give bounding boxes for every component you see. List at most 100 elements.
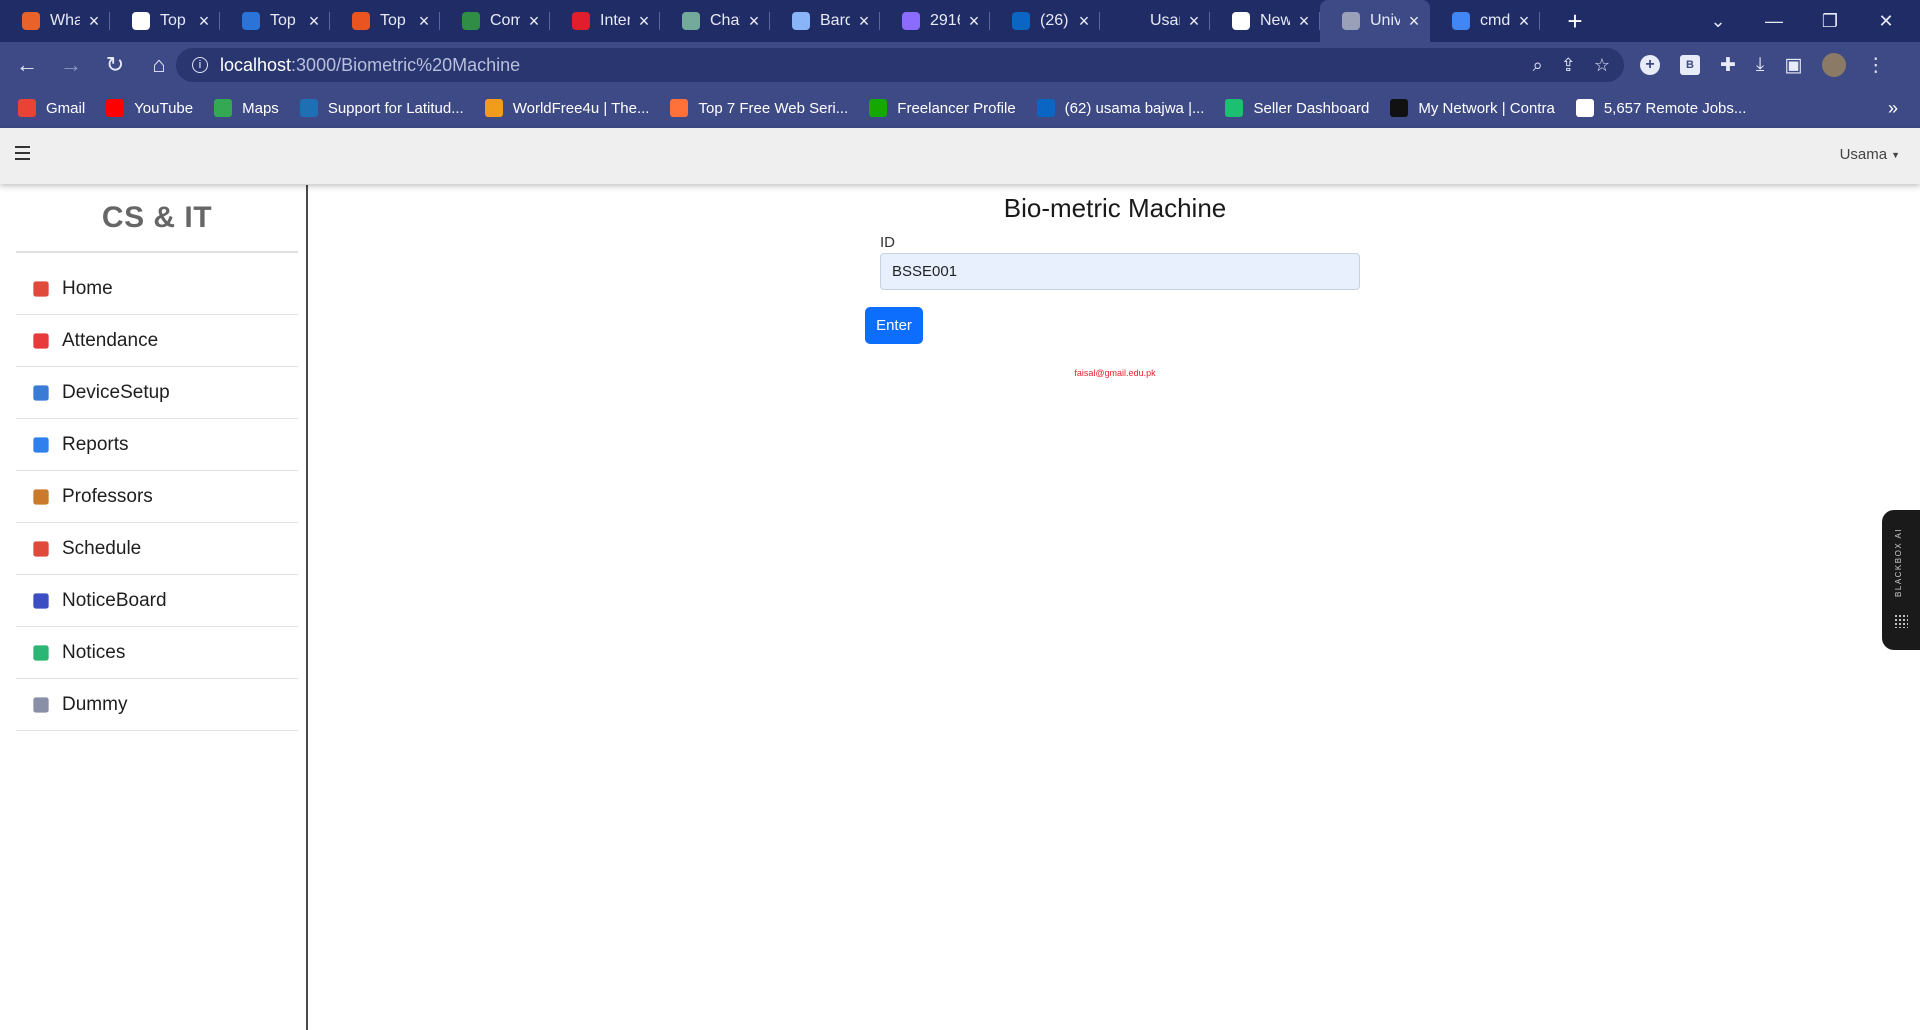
home-browser-icon[interactable]: ⌂: [142, 48, 176, 82]
puzzle-icon[interactable]: ✚: [1720, 54, 1736, 77]
blackbox-ai-widget[interactable]: BLACKBOX AI: [1882, 510, 1920, 650]
bookmark-label: WorldFree4u | The...: [512, 99, 650, 117]
bookmark-item[interactable]: Gmail: [18, 99, 85, 117]
download-icon[interactable]: ⤓: [1756, 54, 1764, 76]
star-icon[interactable]: ☆: [1594, 55, 1610, 76]
browser-tab[interactable]: Usan ×: [1100, 0, 1210, 42]
tab-close-icon[interactable]: ×: [416, 11, 432, 32]
info-icon: [33, 436, 49, 453]
share-icon[interactable]: ⇪: [1561, 55, 1576, 76]
extension-b-icon[interactable]: B: [1680, 55, 1700, 75]
gmail-icon: [18, 99, 36, 117]
more-bookmarks-icon[interactable]: »: [1888, 88, 1898, 128]
browser-tab[interactable]: cmd ×: [1430, 0, 1540, 42]
tab-close-icon[interactable]: ×: [306, 11, 322, 32]
ubuntu-icon: [352, 12, 370, 30]
tab-title: What: [50, 12, 80, 29]
page-title: Bio-metric Machine: [1003, 193, 1227, 223]
bookmarks-bar: Gmail YouTube Maps Support for Latitud... Wo…: [0, 88, 1920, 128]
tab-close-icon[interactable]: ×: [1296, 11, 1312, 32]
zoom-icon[interactable]: ⌕: [1533, 55, 1543, 76]
sidebar: CS & IT Home Attendance DeviceSetup Reports…: [8, 185, 308, 1030]
bookmark-item[interactable]: Top 7 Free Web Seri...: [670, 99, 848, 117]
bookmark-item[interactable]: Maps: [214, 99, 279, 117]
sidebar-item-attendance[interactable]: Attendance: [16, 315, 298, 367]
browser-tab[interactable]: Top l ×: [110, 0, 220, 42]
bookmark-label: Top 7 Free Web Seri...: [698, 99, 849, 117]
bookmark-label: (62) usama bajwa |...: [1064, 99, 1205, 117]
extensions-area: + B ✚ ⤓ ▣ ⋮: [1640, 42, 1885, 88]
browser-tab[interactable]: New ×: [1210, 0, 1320, 42]
profile-avatar[interactable]: [1822, 53, 1847, 77]
tab-close-icon[interactable]: ×: [1186, 11, 1202, 32]
user-dropdown[interactable]: Usama ▼: [1840, 146, 1900, 163]
close-window-icon[interactable]: ✕: [1858, 11, 1914, 32]
browser-tab[interactable]: Bard ×: [770, 0, 880, 42]
browser-tab[interactable]: What ×: [0, 0, 110, 42]
forward-icon[interactable]: →: [54, 48, 88, 82]
chrome-icon: [1232, 12, 1250, 30]
tab-close-icon[interactable]: ×: [746, 11, 762, 32]
tab-close-icon[interactable]: ×: [1076, 11, 1092, 32]
restore-icon[interactable]: ❐: [1802, 11, 1858, 32]
browser-tab[interactable]: Top 5 ×: [220, 0, 330, 42]
sidebar-item-reports[interactable]: Reports: [16, 419, 298, 471]
bookmark-item[interactable]: YouTube: [106, 99, 193, 117]
sidebar-item-devicesetup[interactable]: DeviceSetup: [16, 367, 298, 419]
new-tab-button[interactable]: +: [1560, 6, 1590, 37]
device-icon: [33, 384, 49, 401]
tab-close-icon[interactable]: ×: [636, 11, 652, 32]
tab-close-icon[interactable]: ×: [1406, 11, 1422, 32]
bookmark-item[interactable]: My Network | Contra: [1390, 99, 1555, 117]
back-icon[interactable]: ←: [10, 48, 44, 82]
side-panel-icon[interactable]: ▣: [1784, 54, 1802, 77]
tab-close-icon[interactable]: ×: [86, 11, 102, 32]
sidebar-item-schedule[interactable]: Schedule: [16, 523, 298, 575]
sidebar-item-noticeboard[interactable]: NoticeBoard: [16, 575, 298, 627]
tab-close-icon[interactable]: ×: [1516, 11, 1532, 32]
bookmark-label: Support for Latitud...: [327, 99, 464, 117]
browser-tab[interactable]: Top 1 ×: [330, 0, 440, 42]
app-top-navbar: Usama ▼: [0, 128, 1920, 184]
enter-button[interactable]: Enter: [865, 307, 923, 344]
menu-icon[interactable]: ⋮: [1866, 54, 1885, 77]
bookmark-item[interactable]: (62) usama bajwa |...: [1036, 99, 1205, 117]
sidebar-item-label: Notices: [62, 641, 126, 663]
site-info-icon[interactable]: i: [192, 57, 208, 73]
bookmark-item[interactable]: Freelancer Profile: [869, 99, 1016, 117]
browser-tab[interactable]: Chat ×: [660, 0, 770, 42]
sidebar-nav: Home Attendance DeviceSetup Reports Professo…: [16, 263, 298, 731]
browser-tab[interactable]: (26) I ×: [990, 0, 1100, 42]
browser-tab[interactable]: 2916 ×: [880, 0, 990, 42]
browser-tab[interactable]: Com ×: [440, 0, 550, 42]
sidebar-item-home[interactable]: Home: [16, 263, 298, 315]
address-bar[interactable]: i localhost:3000/Biometric%20Machine ⌕ ⇪…: [176, 48, 1624, 82]
tab-close-icon[interactable]: ×: [856, 11, 872, 32]
caret-down-icon: ▼: [1891, 150, 1900, 161]
bookmark-label: 5,657 Remote Jobs...: [1603, 99, 1747, 117]
tab-close-icon[interactable]: ×: [526, 11, 542, 32]
id-input[interactable]: [880, 253, 1360, 290]
globe-icon: [132, 12, 150, 30]
gfg-icon: [462, 12, 480, 30]
tab-close-icon[interactable]: ×: [966, 11, 982, 32]
address-toolbar: ← → ↻ ⌂ i localhost:3000/Biometric%20Mac…: [0, 42, 1920, 88]
browser-tab[interactable]: Univ ×: [1320, 0, 1430, 42]
tab-close-icon[interactable]: ×: [196, 11, 212, 32]
hamburger-menu-icon[interactable]: [15, 146, 30, 160]
browser-tab[interactable]: Inter ×: [550, 0, 660, 42]
minimize-icon[interactable]: —: [1746, 11, 1802, 32]
bookmark-item[interactable]: Seller Dashboard: [1225, 99, 1369, 117]
sidebar-item-professors[interactable]: Professors: [16, 471, 298, 523]
bookmark-item[interactable]: 5,657 Remote Jobs...: [1575, 99, 1747, 117]
contra-icon: [1390, 99, 1409, 117]
tab-title: Bard: [820, 12, 850, 29]
extension-plus-icon[interactable]: +: [1640, 55, 1660, 75]
sidebar-item-notices[interactable]: Notices: [16, 627, 298, 679]
reload-icon[interactable]: ↻: [98, 48, 132, 82]
github-icon: [1122, 12, 1140, 30]
bookmark-item[interactable]: WorldFree4u | The...: [484, 99, 650, 117]
bookmark-item[interactable]: Support for Latitud...: [299, 99, 464, 117]
sidebar-item-dummy[interactable]: Dummy: [16, 679, 298, 731]
tab-search-icon[interactable]: ⌄: [1690, 11, 1746, 32]
